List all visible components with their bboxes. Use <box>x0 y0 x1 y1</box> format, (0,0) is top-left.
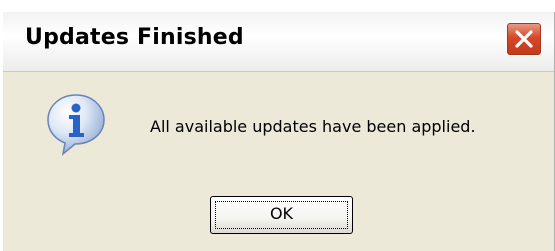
updates-finished-dialog: Updates Finished All available updates h… <box>0 12 555 251</box>
ok-button[interactable]: OK <box>210 196 353 234</box>
close-icon <box>515 30 533 48</box>
dialog-message: All available updates have been applied. <box>150 117 476 136</box>
title-bar[interactable]: Updates Finished <box>3 12 554 72</box>
dialog-title: Updates Finished <box>25 25 244 50</box>
info-icon <box>47 94 105 156</box>
ok-button-label: OK <box>269 204 294 223</box>
close-button[interactable] <box>506 22 542 56</box>
